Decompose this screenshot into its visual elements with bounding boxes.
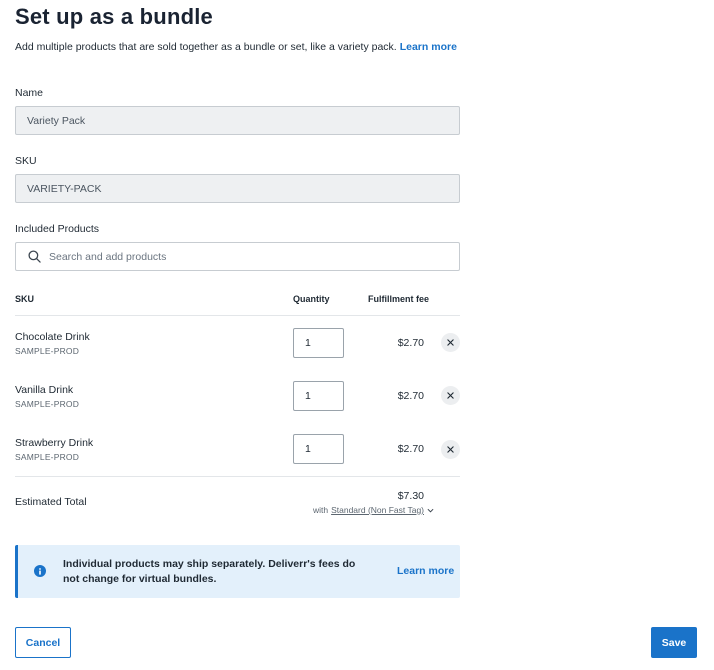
sku-label: SKU bbox=[15, 155, 37, 167]
quantity-input[interactable]: 1 bbox=[293, 434, 344, 464]
shipping-option-select[interactable]: Standard (Non Fast Tag) bbox=[331, 505, 424, 515]
product-sku: SAMPLE-PROD bbox=[15, 452, 80, 462]
included-products-label: Included Products bbox=[15, 223, 100, 235]
chevron-down-icon[interactable] bbox=[427, 508, 434, 513]
product-name: Vanilla Drink bbox=[15, 384, 74, 396]
estimated-total-value: $7.30 bbox=[397, 490, 424, 502]
info-icon bbox=[34, 565, 46, 577]
name-label: Name bbox=[15, 87, 44, 99]
search-placeholder: Search and add products bbox=[49, 250, 167, 263]
table-header-divider bbox=[15, 315, 460, 316]
fulfillment-fee: $2.70 bbox=[397, 390, 424, 402]
search-input[interactable]: Search and add products bbox=[15, 242, 460, 271]
close-icon bbox=[447, 446, 454, 453]
column-header-fee: Fulfillment fee bbox=[368, 294, 430, 304]
fulfillment-fee: $2.70 bbox=[397, 337, 424, 349]
learn-more-link[interactable]: Learn more bbox=[400, 41, 457, 53]
fulfillment-fee: $2.70 bbox=[397, 443, 424, 455]
column-header-quantity: Quantity bbox=[293, 294, 330, 304]
column-header-sku: SKU bbox=[15, 294, 35, 304]
close-icon bbox=[447, 339, 454, 346]
cancel-button[interactable]: Cancel bbox=[15, 627, 71, 658]
info-text: Individual products may ship separately.… bbox=[63, 558, 356, 585]
page-subtitle: Add multiple products that are sold toge… bbox=[15, 41, 457, 53]
info-banner: Individual products may ship separately.… bbox=[15, 545, 460, 598]
remove-product-button[interactable] bbox=[441, 333, 460, 352]
product-name: Chocolate Drink bbox=[15, 331, 90, 343]
search-icon bbox=[28, 250, 41, 263]
name-field[interactable]: Variety Pack bbox=[15, 106, 460, 135]
product-sku: SAMPLE-PROD bbox=[15, 346, 80, 356]
estimated-total-label: Estimated Total bbox=[15, 496, 87, 508]
sku-field[interactable]: VARIETY-PACK bbox=[15, 174, 460, 203]
subtitle-text: Add multiple products that are sold toge… bbox=[15, 41, 397, 53]
total-divider bbox=[15, 476, 460, 477]
quantity-input[interactable]: 1 bbox=[293, 381, 344, 411]
close-icon bbox=[447, 392, 454, 399]
page-title: Set up as a bundle bbox=[15, 4, 213, 29]
shipping-option: with Standard (Non Fast Tag) bbox=[313, 505, 434, 515]
product-sku: SAMPLE-PROD bbox=[15, 399, 80, 409]
product-name: Strawberry Drink bbox=[15, 437, 94, 449]
remove-product-button[interactable] bbox=[441, 386, 460, 405]
save-button[interactable]: Save bbox=[651, 627, 697, 658]
remove-product-button[interactable] bbox=[441, 440, 460, 459]
shipping-prefix: with bbox=[312, 505, 329, 515]
quantity-input[interactable]: 1 bbox=[293, 328, 344, 358]
info-learn-more-link[interactable]: Learn more bbox=[397, 565, 454, 577]
